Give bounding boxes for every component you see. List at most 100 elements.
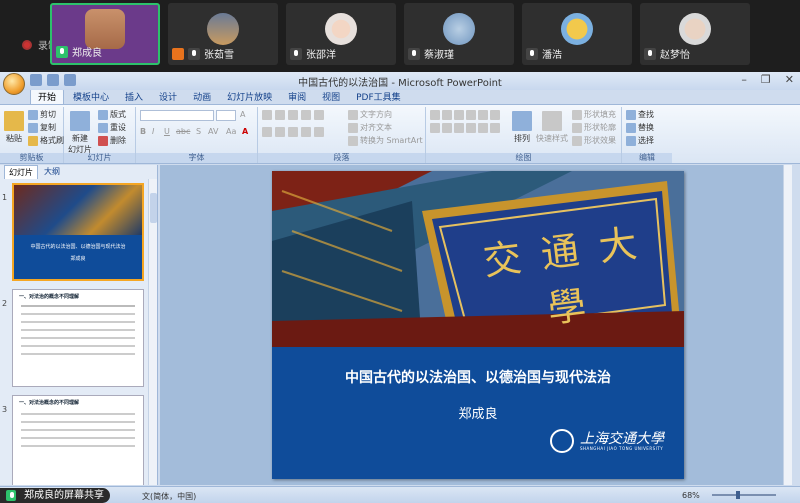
line-shape-icon (454, 110, 464, 120)
tab-template-center[interactable]: 模板中心 (66, 89, 116, 104)
participant-tile[interactable]: 潘浩 (522, 3, 632, 65)
textbox-shape-icon (442, 110, 452, 120)
font-size-field[interactable] (216, 110, 236, 121)
rounded-rect-icon (490, 110, 500, 120)
strikethrough-button[interactable]: abc (176, 127, 190, 136)
tab-slideshow[interactable]: 幻灯片放映 (220, 89, 279, 104)
bold-button[interactable]: B (140, 127, 146, 136)
select-button[interactable]: 选择 (626, 135, 654, 146)
ribbon: 粘贴 剪切 复制 格式刷 剪贴板 新建 幻灯片 版式 重设 删除 幻灯片 A B… (0, 104, 800, 164)
underline-button[interactable]: U (164, 127, 170, 136)
slide-thumbnail-1[interactable]: 中国古代的以法治国、以德治国与现代法治 郑成良 (12, 183, 144, 281)
indent-increase-icon[interactable] (301, 110, 311, 120)
participant-tile[interactable]: 蔡淑瑾 (404, 3, 514, 65)
find-button[interactable]: 查找 (626, 109, 654, 120)
tab-slides[interactable]: 幻灯片 (4, 165, 38, 179)
align-text-button[interactable]: 对齐文本 (348, 122, 392, 133)
language-status[interactable]: 文(简体，中国) (142, 491, 196, 502)
tab-view[interactable]: 视图 (315, 89, 347, 104)
redo-icon[interactable] (64, 74, 76, 86)
shape-icon (454, 123, 464, 133)
arrange-button[interactable]: 排列 (512, 111, 532, 144)
slide-number: 2 (2, 299, 8, 308)
current-slide[interactable]: 交 通 大 學 中国古代的以法治国、以德治国与现代法治 郑成良 上海交通大學 S… (272, 171, 684, 479)
participant-tile-active[interactable]: 郑成良 (50, 3, 160, 65)
tab-animations[interactable]: 动画 (186, 89, 218, 104)
minimize-icon[interactable]: – (741, 73, 747, 86)
tab-insert[interactable]: 插入 (118, 89, 150, 104)
slide-author[interactable]: 郑成良 (272, 403, 684, 422)
align-left-icon[interactable] (262, 127, 272, 137)
shape-icon (478, 123, 488, 133)
slide-thumbnail-3[interactable]: 一、对法治概念的不同理解 (12, 395, 144, 485)
tab-pdf-tools[interactable]: PDF工具集 (349, 89, 408, 104)
layout-button[interactable]: 版式 (98, 109, 126, 120)
mic-on-icon (6, 490, 16, 501)
shapes-gallery-row2[interactable] (430, 123, 500, 133)
align-right-icon[interactable] (288, 127, 298, 137)
tab-design[interactable]: 设计 (152, 89, 184, 104)
screen-share-banner[interactable]: 郑成良的屏幕共享 (0, 488, 110, 503)
quick-styles-button[interactable]: 快速样式 (536, 111, 568, 144)
tab-review[interactable]: 审阅 (281, 89, 313, 104)
participant-tile[interactable]: 张邵洋 (286, 3, 396, 65)
tab-outline[interactable]: 大纲 (40, 165, 64, 179)
font-name-field[interactable] (140, 110, 214, 121)
shape-effects-button[interactable]: 形状效果 (572, 135, 616, 146)
save-icon[interactable] (30, 74, 42, 86)
delete-slide-button[interactable]: 删除 (98, 135, 126, 146)
columns-icon[interactable] (314, 127, 324, 137)
line-spacing-icon[interactable] (314, 110, 324, 120)
restore-icon[interactable]: ❐ (761, 73, 771, 86)
logo-subtext: SHANGHAI JIAO TONG UNIVERSITY (580, 445, 664, 451)
title-bar: 中国古代的以法治国 - Microsoft PowerPoint – ❐ ✕ (0, 72, 800, 95)
copy-button[interactable]: 复制 (28, 122, 56, 133)
zoom-slider[interactable] (712, 491, 776, 499)
outline-icon (572, 122, 582, 133)
brush-icon (28, 135, 38, 146)
font-color-button[interactable]: A (242, 127, 248, 136)
text-direction-button[interactable]: 文字方向 (348, 109, 392, 120)
format-painter-button[interactable]: 格式刷 (28, 135, 64, 146)
undo-icon[interactable] (47, 74, 59, 86)
scrollbar-thumb[interactable] (150, 193, 157, 223)
slide-scrollbar[interactable] (783, 165, 792, 485)
align-center-icon[interactable] (275, 127, 285, 137)
new-slide-button[interactable]: 新建 幻灯片 (68, 111, 92, 155)
justify-icon[interactable] (301, 127, 311, 137)
avatar (561, 13, 593, 45)
participant-tile[interactable]: 张茹雪 (168, 3, 278, 65)
close-icon[interactable]: ✕ (785, 73, 794, 86)
numbering-icon[interactable] (275, 110, 285, 120)
slide-title[interactable]: 中国古代的以法治国、以德治国与现代法治 (272, 367, 684, 387)
university-logo: 上海交通大學 SHANGHAI JIAO TONG UNIVERSITY (550, 429, 664, 453)
bullets-icon[interactable] (262, 110, 272, 120)
arrow-shape-icon (466, 110, 476, 120)
shadow-button[interactable]: S (196, 127, 201, 136)
copy-icon (28, 122, 38, 133)
font-grow-button[interactable]: A (240, 110, 245, 119)
italic-button[interactable]: I (152, 127, 154, 136)
shape-outline-button[interactable]: 形状轮廓 (572, 122, 616, 133)
logo-text: 上海交通大學 (580, 430, 664, 447)
shape-fill-button[interactable]: 形状填充 (572, 109, 616, 120)
change-case-button[interactable]: Aa (226, 127, 236, 136)
replace-button[interactable]: 替换 (626, 122, 654, 133)
smartart-button[interactable]: 转换为 SmartArt (348, 135, 423, 146)
cut-button[interactable]: 剪切 (28, 109, 56, 120)
shapes-gallery[interactable] (430, 110, 500, 120)
zoom-level[interactable]: 68% (682, 491, 700, 500)
thumb-heading: 一、对法治概念的不同理解 (19, 400, 80, 406)
share-banner-text: 郑成良的屏幕共享 (24, 490, 104, 501)
tab-home[interactable]: 开始 (30, 88, 65, 104)
participant-tile[interactable]: 赵梦怡 (640, 3, 750, 65)
thumb-heading: 一、对法治的概念不同理解 (19, 294, 80, 300)
reset-button[interactable]: 重设 (98, 122, 126, 133)
quick-styles-icon (542, 111, 562, 131)
spacing-button[interactable]: AV (208, 127, 218, 136)
paste-button[interactable]: 粘贴 (4, 111, 24, 144)
office-button[interactable] (3, 73, 25, 95)
panel-scrollbar[interactable] (148, 179, 157, 485)
indent-decrease-icon[interactable] (288, 110, 298, 120)
slide-thumbnail-2[interactable]: 一、对法治的概念不同理解 (12, 289, 144, 387)
